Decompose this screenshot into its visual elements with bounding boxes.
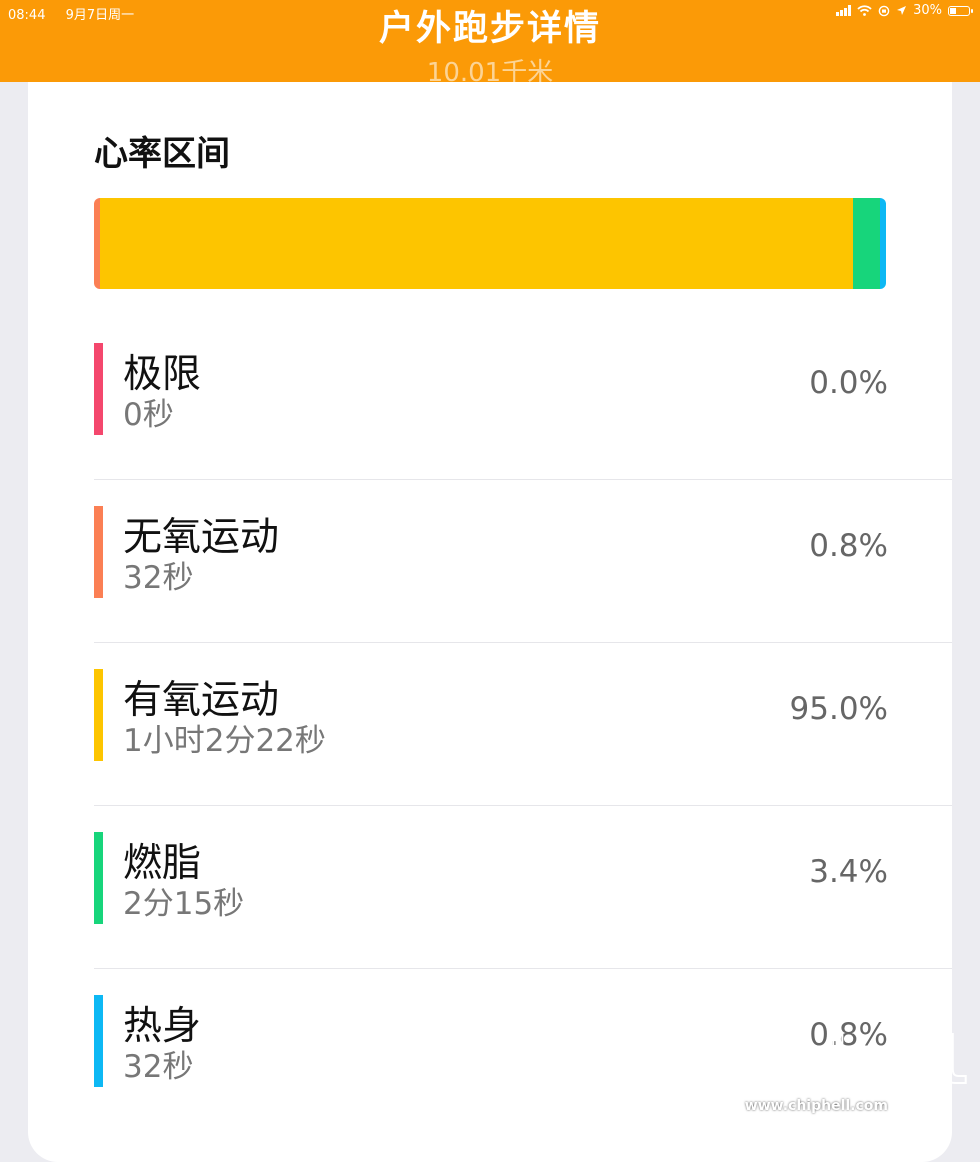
zone-duration: 2分15秒 xyxy=(123,886,245,922)
zone-bar-segment xyxy=(879,198,886,289)
zone-duration: 32秒 xyxy=(123,1049,194,1085)
zone-row-extreme[interactable]: 极限 0秒 0.0% xyxy=(94,317,952,480)
zone-row-aerobic[interactable]: 有氧运动 1小时2分22秒 95.0% xyxy=(94,643,952,806)
zone-color-marker xyxy=(94,995,103,1087)
zone-percent: 0.8% xyxy=(809,528,888,564)
zone-percent: 3.4% xyxy=(809,854,888,890)
watermark-url: www.chiphell.com xyxy=(744,1098,888,1114)
zone-bar-segment xyxy=(852,198,880,289)
distance-subtitle: 10.01千米 xyxy=(426,58,554,82)
navigation-bar: 08:44 9月7日周一 30% 户外跑步详情 10.01千米 xyxy=(0,0,980,82)
zone-duration: 1小时2分22秒 xyxy=(123,723,326,759)
zone-color-marker xyxy=(94,669,103,761)
heart-rate-zone-title: 心率区间 xyxy=(94,134,230,174)
heart-rate-zone-bar xyxy=(94,198,886,289)
zone-bar-segment xyxy=(100,198,853,289)
zone-color-marker xyxy=(94,506,103,598)
zone-duration: 0秒 xyxy=(123,397,174,433)
zone-color-marker xyxy=(94,832,103,924)
zone-row-anaerobic[interactable]: 无氧运动 32秒 0.8% xyxy=(94,480,952,643)
watermark-logo: chiphell xyxy=(689,1025,971,1099)
zone-duration: 32秒 xyxy=(123,560,194,596)
chiphell-watermark: chiphell www.chiphell.com xyxy=(689,1025,971,1114)
zone-percent: 0.0% xyxy=(809,365,888,401)
page-title: 户外跑步详情 xyxy=(378,9,601,49)
zone-percent: 95.0% xyxy=(789,691,888,727)
zone-row-fatburn[interactable]: 燃脂 2分15秒 3.4% xyxy=(94,806,952,969)
zone-color-marker xyxy=(94,343,103,435)
